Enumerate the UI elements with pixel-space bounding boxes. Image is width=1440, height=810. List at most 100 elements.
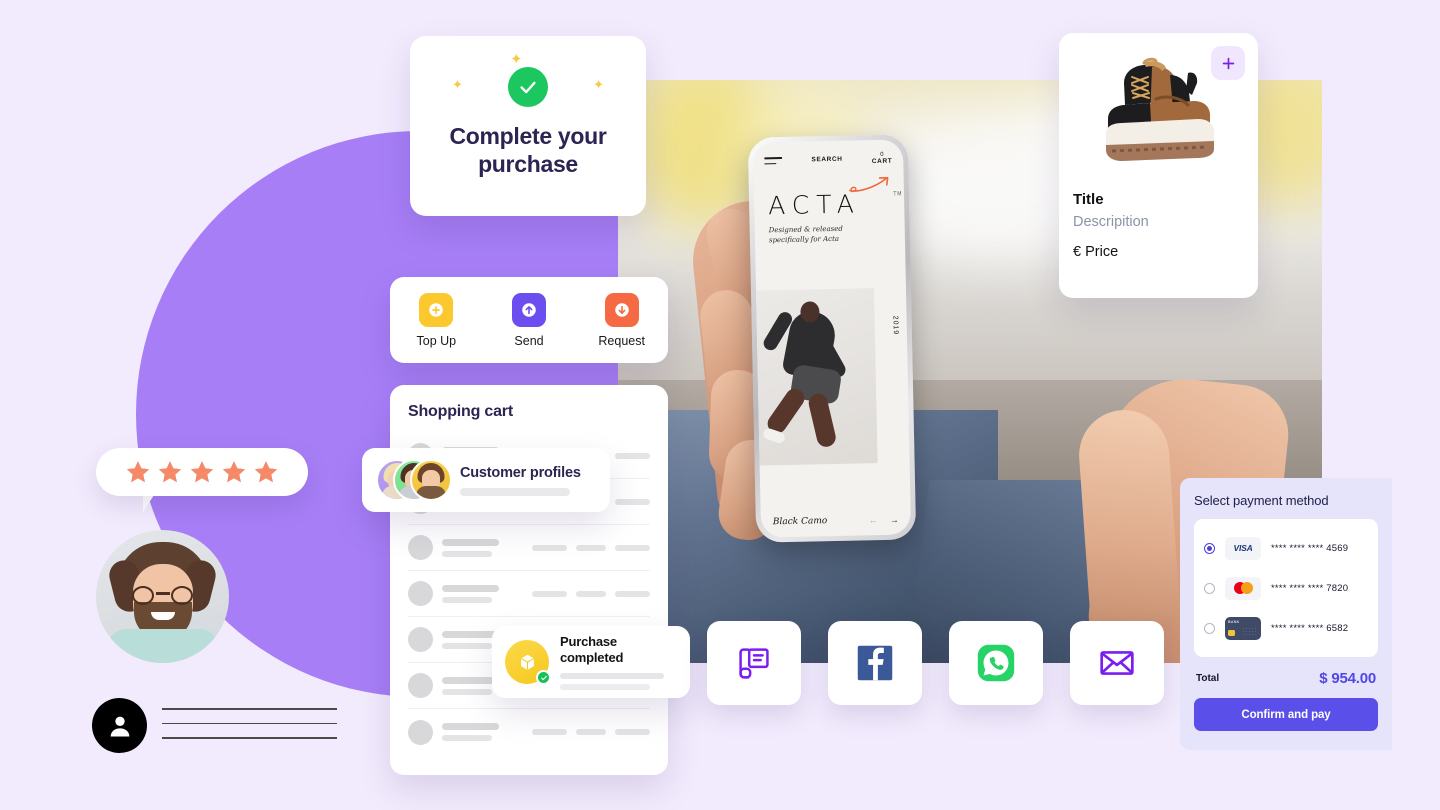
purchase-completed-title: Purchase completed xyxy=(560,633,624,665)
share-facebook-button[interactable] xyxy=(828,621,922,705)
phone-cart[interactable]: 0 CART xyxy=(872,152,893,165)
payment-method-list: VISA **** **** **** 4569 **** **** **** … xyxy=(1194,519,1378,657)
share-email-button[interactable] xyxy=(1070,621,1164,705)
star-icon xyxy=(158,461,182,483)
sparkle-icon: ✦ xyxy=(510,51,523,68)
row-avatar xyxy=(408,627,433,652)
sneaker-boot-image xyxy=(1105,57,1214,161)
shopping-cart-title: Shopping cart xyxy=(408,403,513,420)
table-row[interactable] xyxy=(408,709,650,755)
payment-card-number: **** **** **** 4569 xyxy=(1271,542,1349,554)
placeholder-line xyxy=(460,487,570,496)
phone-trademark: TM xyxy=(893,190,903,198)
placeholder-line xyxy=(560,684,650,691)
action-send[interactable]: Send xyxy=(483,292,576,348)
phone-product-name: Black Camo xyxy=(772,516,828,528)
hamburger-menu-icon[interactable] xyxy=(764,156,783,165)
purchase-completed-card[interactable]: Purchase completed xyxy=(492,626,690,698)
phone-screen: SEARCH 0 CART ACTA TM Designed & release… xyxy=(752,139,912,538)
phone-footer: Black Camo ← → xyxy=(761,514,911,528)
phone-year: 2019 xyxy=(891,315,899,336)
mastercard-logo-icon xyxy=(1225,576,1261,600)
payment-panel: Select payment method VISA **** **** ***… xyxy=(1180,478,1392,750)
user-row xyxy=(92,698,337,753)
email-envelope-icon xyxy=(1100,651,1134,675)
photo-thumb xyxy=(1076,407,1182,643)
payment-panel-title: Select payment method xyxy=(1194,493,1329,508)
product-image xyxy=(1073,51,1244,173)
star-icon xyxy=(126,461,150,483)
phone-search-label[interactable]: SEARCH xyxy=(811,156,842,164)
row-values xyxy=(532,544,650,551)
bank-wordmark: BANK xyxy=(1228,619,1240,624)
payment-total-row: Total $ 954.00 xyxy=(1194,670,1378,687)
table-row[interactable] xyxy=(408,525,650,571)
complete-purchase-title: Complete your purchase xyxy=(449,123,607,178)
action-request-label: Request xyxy=(598,333,645,348)
purchase-completed-text: Purchase completed xyxy=(560,633,677,691)
shopping-cart-card: Shopping cart xyxy=(390,385,668,775)
phone-tagline: Designed & released specifically for Act… xyxy=(768,224,843,245)
confirm-and-pay-button[interactable]: Confirm and pay xyxy=(1194,698,1378,731)
check-badge-icon xyxy=(536,670,551,685)
facebook-icon xyxy=(857,645,893,681)
row-text xyxy=(442,676,499,695)
purchase-completed-badge xyxy=(505,640,551,685)
visa-logo-icon: VISA xyxy=(1225,536,1261,560)
placeholder-line xyxy=(162,722,337,725)
action-send-label: Send xyxy=(514,333,544,348)
row-avatar xyxy=(408,673,433,698)
quick-actions-card: Top Up Send Request xyxy=(390,277,668,363)
payment-total-label: Total xyxy=(1196,673,1220,684)
phone-hero-image xyxy=(755,288,878,466)
canvas: SEARCH 0 CART ACTA TM Designed & release… xyxy=(0,0,1440,810)
table-row[interactable] xyxy=(408,571,650,617)
action-top-up-label: Top Up xyxy=(416,333,457,348)
row-text xyxy=(442,538,499,557)
star-icon xyxy=(254,461,278,483)
phone-cart-label: CART xyxy=(871,157,893,166)
placeholder-line xyxy=(162,708,337,710)
phone-header: SEARCH 0 CART xyxy=(753,139,903,167)
action-request[interactable]: Request xyxy=(575,292,668,348)
user-placeholder-lines xyxy=(162,708,337,739)
row-text xyxy=(442,630,499,649)
carousel-prev-icon[interactable]: ← xyxy=(869,515,878,525)
avatar xyxy=(410,459,452,501)
complete-purchase-card: ✦ ✦ ✦ Complete your purchase xyxy=(410,36,646,216)
phone-brand-text: ACTA xyxy=(767,189,862,221)
action-top-up[interactable]: Top Up xyxy=(390,292,483,348)
payment-total-value: $ 954.00 xyxy=(1319,670,1376,687)
complete-purchase-icon-area: ✦ ✦ ✦ xyxy=(434,52,622,116)
payment-method-row[interactable]: VISA **** **** **** 4569 xyxy=(1204,528,1368,568)
customer-profiles-text: Customer profiles xyxy=(460,465,596,496)
placeholder-line xyxy=(560,673,664,680)
row-text xyxy=(442,723,499,741)
payment-card-number: **** **** **** 6582 xyxy=(1271,622,1349,634)
product-card: Title Descripition € Price xyxy=(1059,33,1258,298)
payment-method-row[interactable]: **** **** **** 7820 xyxy=(1204,568,1368,608)
product-title: Title xyxy=(1073,191,1104,208)
payment-radio-visa[interactable] xyxy=(1204,542,1215,554)
green-check-circle-icon xyxy=(508,67,548,107)
payment-radio-mastercard[interactable] xyxy=(1204,582,1215,594)
star-rating-bubble xyxy=(96,448,308,496)
row-avatar xyxy=(408,719,433,745)
row-values xyxy=(532,590,650,597)
share-document-button[interactable] xyxy=(707,621,801,705)
phone-brand: ACTA TM xyxy=(768,188,905,220)
customer-profiles-card[interactable]: Customer profiles xyxy=(362,448,610,512)
avatar-group xyxy=(376,459,452,501)
payment-radio-bank[interactable] xyxy=(1204,622,1215,634)
sparkle-icon: ✦ xyxy=(593,77,604,92)
arrow-down-circle-icon xyxy=(604,292,639,327)
share-whatsapp-button[interactable] xyxy=(949,621,1043,705)
product-description: Descripition xyxy=(1073,214,1149,230)
whatsapp-icon xyxy=(977,644,1015,682)
customer-profiles-title: Customer profiles xyxy=(460,464,581,481)
row-avatar xyxy=(408,535,433,560)
product-price: € Price xyxy=(1073,244,1119,260)
carousel-next-icon[interactable]: → xyxy=(890,515,899,525)
document-copy-icon xyxy=(739,648,769,679)
payment-method-row[interactable]: BANK **** **** **** 6582 xyxy=(1204,608,1368,648)
